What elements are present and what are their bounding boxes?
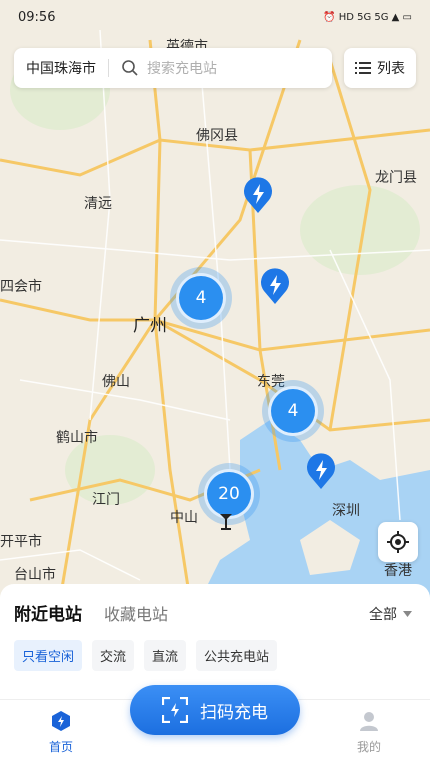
chip-public[interactable]: 公共充电站 [196,640,278,671]
station-cluster[interactable]: 4 [268,386,318,436]
current-location-pin [220,514,232,530]
map-view[interactable]: 英德市 佛冈县 龙门县 清远 四会市 广州 佛山 东莞 鹤山市 江门 中山 深圳… [0,0,430,600]
place-label: 佛山 [102,374,130,390]
station-cluster[interactable]: 4 [176,273,226,323]
chip-ac[interactable]: 交流 [92,640,135,671]
tab-nearby-stations[interactable]: 附近电站 [14,600,82,625]
place-label: 深圳 [332,503,360,519]
list-icon [355,62,371,74]
scan-icon [162,697,188,723]
place-label: 鹤山市 [56,430,98,446]
status-bar: 09:56 ⏰ HD 5G 5G ▲ ▭ [0,0,430,34]
place-label: 江门 [92,492,120,508]
filter-label: 全部 [369,607,397,623]
search-bar[interactable]: 中国珠海市 搜索充电站 [14,48,332,88]
place-label: 香港 [384,563,412,579]
place-label: 龙门县 [375,170,417,186]
user-icon [360,712,378,731]
chip-idle-only[interactable]: 只看空闲 [14,640,83,671]
scan-button-label: 扫码充电 [200,702,268,723]
scan-to-charge-button[interactable]: 扫码充电 [130,685,300,735]
nav-mine-label: 我的 [356,740,381,754]
divider [108,59,109,77]
search-icon [122,60,138,76]
locate-me-button[interactable] [378,522,418,562]
place-label: 佛冈县 [196,128,238,144]
chevron-down-icon [403,611,412,617]
charging-station-marker[interactable] [243,176,273,214]
place-label: 清远 [84,196,112,212]
chip-dc[interactable]: 直流 [144,640,187,671]
nav-home[interactable]: 首页 [36,710,86,755]
place-label: 四会市 [0,279,42,295]
crosshair-icon [387,531,409,553]
search-input[interactable]: 搜索充电站 [147,58,217,78]
list-view-button[interactable]: 列表 [344,48,416,88]
place-label: 开平市 [0,534,42,550]
station-tabs: 附近电站 收藏电站 [14,600,168,625]
list-button-label: 列表 [377,61,405,77]
charging-station-marker[interactable] [306,452,336,490]
nav-mine[interactable]: 我的 [344,710,394,755]
tab-favorite-stations[interactable]: 收藏电站 [104,601,168,625]
home-icon [52,711,70,731]
status-indicators: ⏰ HD 5G 5G ▲ ▭ [323,11,412,23]
filter-chips: 只看空闲 交流 直流 公共充电站 [14,640,278,671]
clock: 09:56 [18,9,56,25]
charging-station-marker[interactable] [260,267,290,305]
place-label: 中山 [170,510,198,526]
filter-dropdown[interactable]: 全部 [369,604,412,624]
nav-home-label: 首页 [48,740,73,754]
place-label: 广州 [133,316,167,336]
place-label: 台山市 [14,567,56,583]
city-selector[interactable]: 中国珠海市 [26,58,96,78]
